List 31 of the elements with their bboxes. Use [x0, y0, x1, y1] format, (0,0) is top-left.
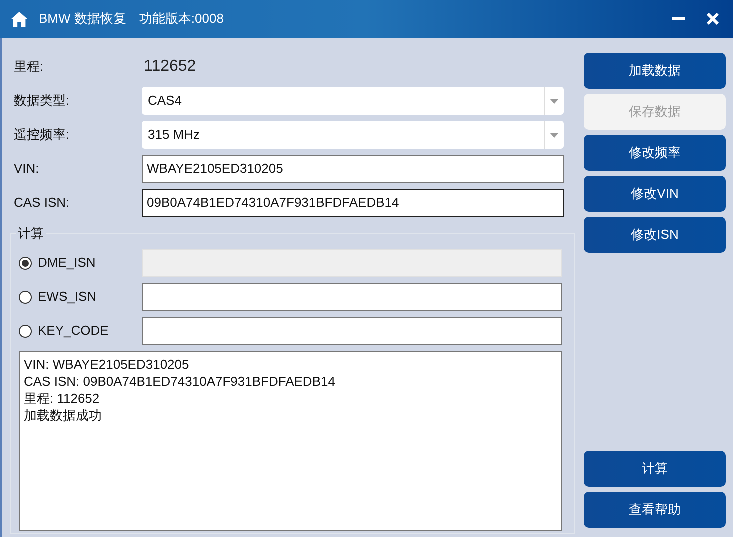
- dropdown[interactable]: CAS4: [142, 87, 564, 115]
- input-field[interactable]: 09B0A74B1ED74310A7F931BFDFAEDB14: [142, 189, 564, 217]
- dropdown[interactable]: 315 MHz: [142, 121, 564, 149]
- mileage-value: 112652: [143, 57, 198, 77]
- radio-option[interactable]: KEY_CODE: [19, 321, 142, 341]
- action-button[interactable]: 查看帮助: [584, 492, 726, 528]
- caret-icon: [550, 132, 559, 138]
- radio-option[interactable]: EWS_ISN: [19, 287, 142, 307]
- action-button[interactable]: 加载数据: [584, 53, 726, 89]
- action-button[interactable]: 修改频率: [584, 135, 726, 171]
- window-title: BMW 数据恢复: [39, 10, 126, 28]
- field-label: CAS ISN:: [14, 194, 71, 212]
- field-label: 数据类型:: [14, 92, 71, 110]
- version-label: 功能版本:0008: [139, 10, 224, 28]
- input-field[interactable]: [142, 283, 562, 311]
- caret-icon: [550, 98, 559, 104]
- log-line: 加载数据成功: [24, 407, 103, 424]
- field-label: VIN:: [14, 160, 40, 178]
- action-button[interactable]: 修改ISN: [584, 217, 726, 253]
- close-icon[interactable]: [707, 13, 719, 25]
- field-label: 里程:: [14, 58, 45, 76]
- action-button[interactable]: 计算: [584, 451, 726, 487]
- log-line: CAS ISN: 09B0A74B1ED74310A7F931BFDFAEDB14: [24, 373, 336, 390]
- log-line: 里程: 112652: [24, 390, 101, 407]
- input-field[interactable]: WBAYE2105ED310205: [142, 155, 564, 183]
- field-label: 遥控频率:: [14, 126, 71, 144]
- input-field[interactable]: [142, 317, 562, 345]
- log-line: VIN: WBAYE2105ED310205: [24, 356, 190, 373]
- home-icon[interactable]: [11, 12, 28, 26]
- action-button[interactable]: 修改VIN: [584, 176, 726, 212]
- minimize-icon[interactable]: [672, 17, 685, 21]
